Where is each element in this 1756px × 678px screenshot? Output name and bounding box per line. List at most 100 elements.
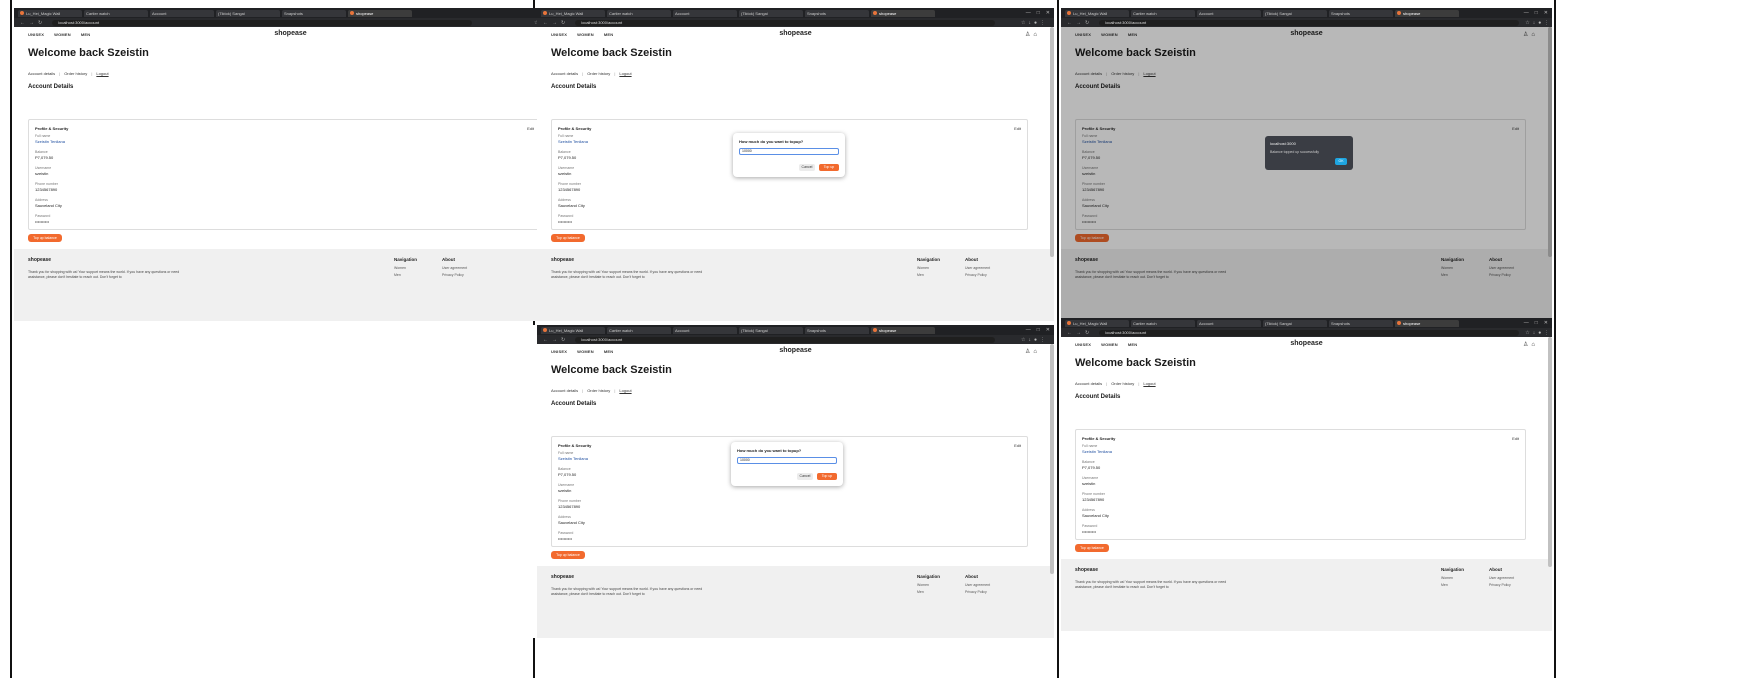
footer-link-privacy[interactable]: Privacy Policy <box>442 273 467 277</box>
browser-tab[interactable]: Cartier watch <box>607 326 671 334</box>
minimize-icon[interactable]: — <box>1026 10 1031 16</box>
maximize-icon[interactable]: □ <box>1037 327 1040 333</box>
menu-icon[interactable]: ⋮ <box>1040 20 1048 26</box>
browser-tab[interactable]: (Tiktok) Sangai <box>739 9 803 17</box>
page-scrollbar[interactable] <box>1548 337 1552 567</box>
menu-icon[interactable]: ⋮ <box>1544 330 1552 336</box>
browser-tab-active[interactable]: shopease <box>871 326 935 334</box>
browser-tab[interactable]: Account <box>1197 9 1261 17</box>
browser-tab-active[interactable]: shopease <box>348 9 412 17</box>
site-logo[interactable]: shopease <box>779 347 811 354</box>
back-icon[interactable]: ← <box>1067 20 1076 26</box>
footer-link-men[interactable]: Men <box>917 590 940 594</box>
browser-tab[interactable]: Account <box>673 9 737 17</box>
footer-link-women[interactable]: Women <box>917 266 940 270</box>
site-logo[interactable]: shopease <box>274 30 306 37</box>
browser-tab[interactable]: Snapshots <box>1329 319 1393 327</box>
topup-balance-button[interactable]: Top up balance <box>551 551 585 559</box>
footer-link-privacy[interactable]: Privacy Policy <box>1489 583 1514 587</box>
tab-order-history[interactable]: Order history <box>1111 381 1134 386</box>
nav-link-men[interactable]: MEN <box>81 32 91 37</box>
url-input[interactable]: localhost:3000/account <box>1099 329 1520 336</box>
browser-tab[interactable]: (Tiktok) Sangai <box>1263 319 1327 327</box>
maximize-icon[interactable]: □ <box>1535 320 1538 326</box>
close-icon[interactable]: ✕ <box>1544 10 1548 16</box>
topup-balance-button[interactable]: Top up balance <box>551 234 585 242</box>
extension-icons[interactable]: ☆↓●⋮ <box>1021 20 1048 26</box>
browser-tab[interactable]: Account <box>150 9 214 17</box>
star-icon[interactable]: ☆ <box>1525 330 1532 336</box>
edit-button[interactable]: Edit <box>527 126 534 131</box>
nav-link-unisex[interactable]: UNISEX <box>1075 342 1091 347</box>
edit-button[interactable]: Edit <box>1014 126 1021 131</box>
page-scrollbar[interactable] <box>1050 344 1054 574</box>
footer-link-user-agreement[interactable]: User agreement <box>965 266 990 270</box>
topup-button[interactable]: Top up <box>819 164 839 171</box>
browser-tab[interactable]: Lu_Hei_Magic Wall <box>541 326 605 334</box>
reload-icon[interactable]: ↻ <box>561 337 569 343</box>
browser-tab[interactable]: Cartier watch <box>607 9 671 17</box>
browser-tab[interactable]: (Tiktok) Sangai <box>216 9 280 17</box>
tab-order-history[interactable]: Order history <box>587 388 610 393</box>
cart-icon[interactable]: ⌂ <box>1531 342 1538 348</box>
forward-icon[interactable]: → <box>552 337 561 343</box>
window-controls[interactable]: — □ ✕ <box>1026 10 1050 16</box>
logout-link[interactable]: Logout <box>619 71 631 76</box>
nav-link-men[interactable]: MEN <box>604 349 614 354</box>
url-input[interactable]: localhost:3000/account <box>1099 19 1520 26</box>
browser-tab[interactable]: Lu_Hei_Magic Wall <box>541 9 605 17</box>
url-input[interactable]: localhost:3000/account <box>575 19 996 26</box>
reload-icon[interactable]: ↻ <box>1085 330 1093 336</box>
window-controls[interactable]: — □ ✕ <box>1524 320 1548 326</box>
tab-account-details[interactable]: Account details <box>28 71 55 76</box>
topup-amount-input[interactable]: 10000 <box>737 457 837 464</box>
footer-link-user-agreement[interactable]: User agreement <box>442 266 467 270</box>
extension-icons[interactable]: ☆↓●⋮ <box>1021 337 1048 343</box>
maximize-icon[interactable]: □ <box>1037 10 1040 16</box>
tab-account-details[interactable]: Account details <box>1075 381 1102 386</box>
footer-link-women[interactable]: Women <box>917 583 940 587</box>
close-icon[interactable]: ✕ <box>1046 10 1050 16</box>
nav-link-unisex[interactable]: UNISEX <box>28 32 44 37</box>
browser-tab[interactable]: Cartier watch <box>1131 319 1195 327</box>
nav-buttons[interactable]: ←→↻ <box>543 337 569 343</box>
browser-tab[interactable]: Lu_Hei_Magic Wall <box>1065 9 1129 17</box>
extension-icons[interactable]: ☆↓●⋮ <box>1525 330 1552 336</box>
browser-tab[interactable]: Snapshots <box>282 9 346 17</box>
nav-link-women[interactable]: WOMEN <box>1101 342 1118 347</box>
reload-icon[interactable]: ↻ <box>561 20 569 26</box>
forward-icon[interactable]: → <box>1076 20 1085 26</box>
nav-link-unisex[interactable]: UNISEX <box>551 349 567 354</box>
back-icon[interactable]: ← <box>1067 330 1076 336</box>
browser-tab[interactable]: Snapshots <box>805 9 869 17</box>
site-logo[interactable]: shopease <box>1290 340 1322 347</box>
browser-tab[interactable]: Account <box>673 326 737 334</box>
tab-order-history[interactable]: Order history <box>64 71 87 76</box>
browser-tab[interactable]: Lu_Hei_Magic Wall <box>1065 319 1129 327</box>
tab-order-history[interactable]: Order history <box>587 71 610 76</box>
back-icon[interactable]: ← <box>20 20 29 26</box>
footer-link-men[interactable]: Men <box>394 273 417 277</box>
nav-buttons[interactable]: ←→↻ <box>1067 20 1093 26</box>
browser-tab[interactable]: Cartier watch <box>84 9 148 17</box>
footer-link-privacy[interactable]: Privacy Policy <box>965 273 990 277</box>
logout-link[interactable]: Logout <box>96 71 108 76</box>
nav-link-unisex[interactable]: UNISEX <box>551 32 567 37</box>
nav-buttons[interactable]: ←→↻ <box>543 20 569 26</box>
url-input[interactable]: localhost:3000/account <box>52 19 473 26</box>
minimize-icon[interactable]: — <box>1524 10 1529 16</box>
footer-link-user-agreement[interactable]: User agreement <box>1489 576 1514 580</box>
extension-icons[interactable]: ☆↓●⋮ <box>1525 20 1552 26</box>
url-input[interactable]: localhost:3000/account <box>575 336 996 343</box>
forward-icon[interactable]: → <box>29 20 38 26</box>
logout-link[interactable]: Logout <box>1143 381 1155 386</box>
back-icon[interactable]: ← <box>543 337 552 343</box>
nav-link-men[interactable]: MEN <box>1128 342 1138 347</box>
edit-button[interactable]: Edit <box>1014 443 1021 448</box>
window-controls[interactable]: — □ ✕ <box>1026 327 1050 333</box>
ok-button[interactable]: OK <box>1335 158 1347 165</box>
footer-link-privacy[interactable]: Privacy Policy <box>965 590 990 594</box>
footer-link-men[interactable]: Men <box>917 273 940 277</box>
maximize-icon[interactable]: □ <box>1535 10 1538 16</box>
tab-account-details[interactable]: Account details <box>551 71 578 76</box>
